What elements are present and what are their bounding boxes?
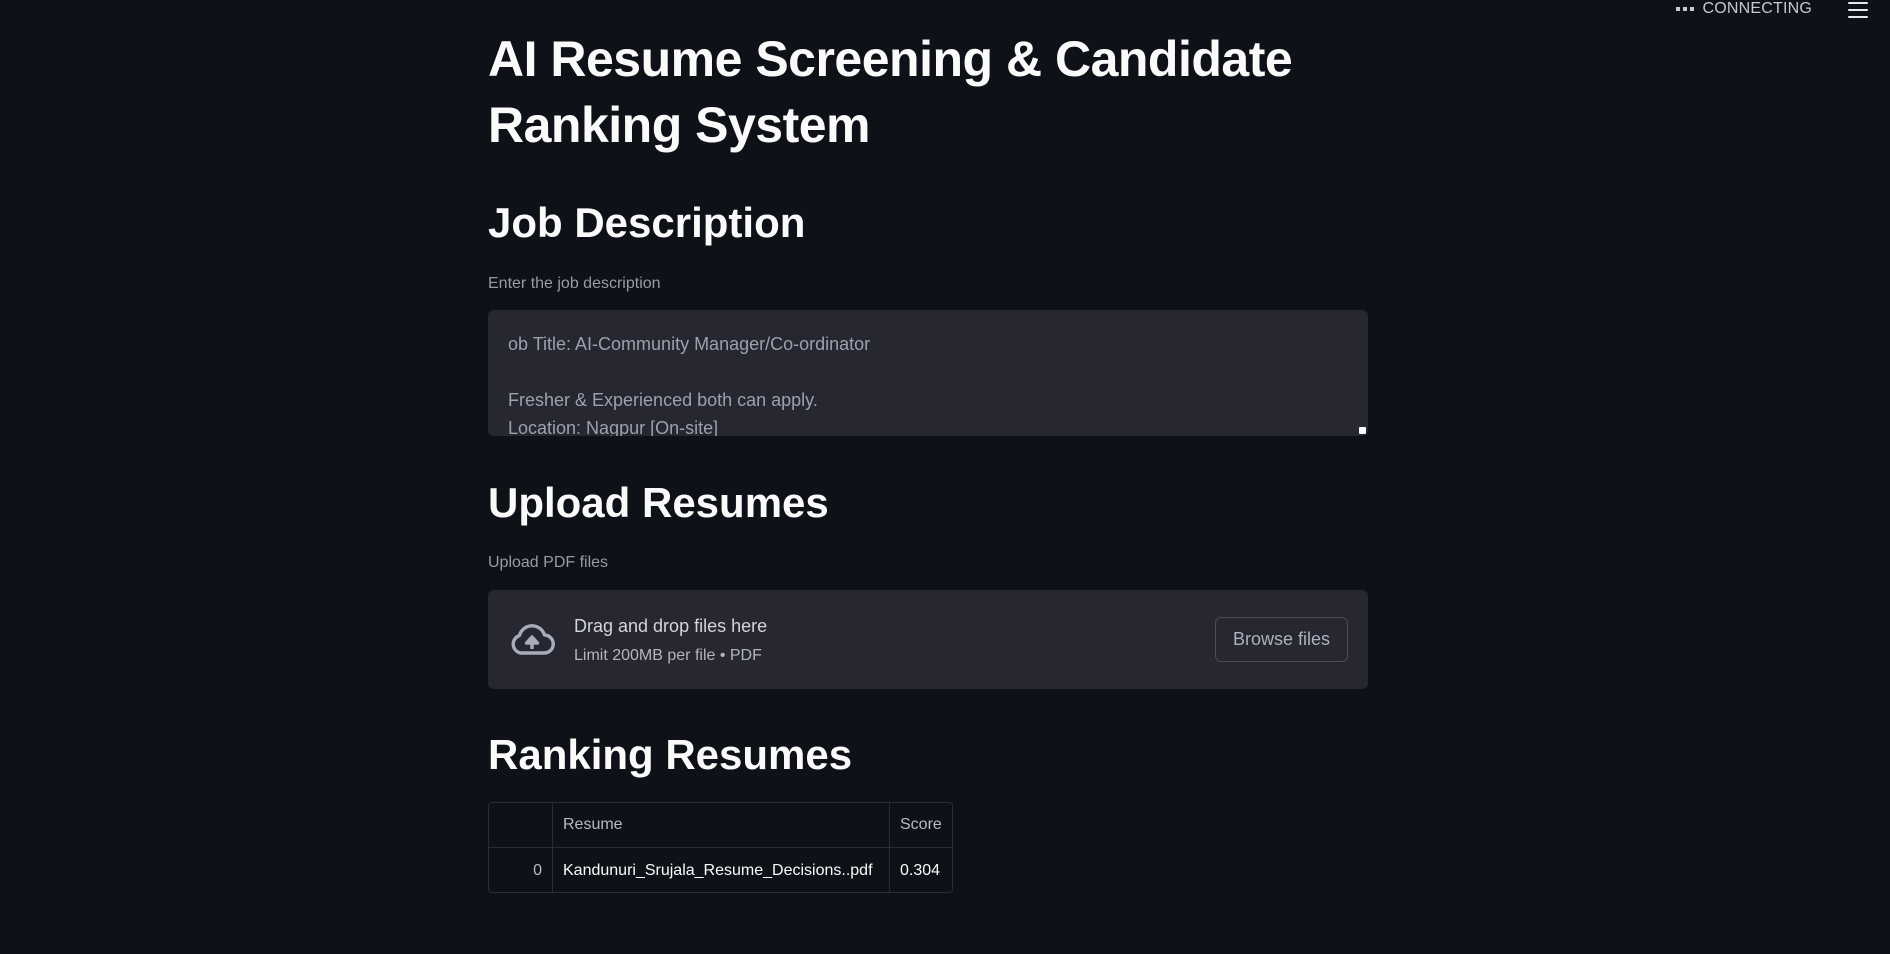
connection-status: CONNECTING xyxy=(1676,0,1812,18)
score-cell[interactable]: 0.304 xyxy=(890,848,952,893)
resume-column-header[interactable]: Resume xyxy=(553,803,890,847)
score-column-header[interactable]: Score xyxy=(890,803,952,847)
job-description-label: Enter the job description xyxy=(488,275,661,292)
file-limit-text: Limit 200MB per file • PDF xyxy=(574,647,762,664)
upload-pdf-label: Upload PDF files xyxy=(488,554,609,571)
file-dropzone[interactable]: Drag and drop files here Limit 200MB per… xyxy=(488,590,1368,689)
status-dots-icon xyxy=(1676,7,1695,11)
browse-files-button[interactable]: Browse files xyxy=(1215,617,1348,662)
job-description-heading: Job Description xyxy=(488,199,806,246)
index-column-header[interactable] xyxy=(489,803,553,847)
table-header-row: Resume Score xyxy=(489,803,952,848)
resume-name-cell[interactable]: Kandunuri_Srujala_Resume_Decisions..pdf xyxy=(553,848,890,893)
hamburger-menu-icon[interactable] xyxy=(1848,2,1868,18)
upload-resumes-heading: Upload Resumes xyxy=(488,479,829,526)
ranking-table[interactable]: Resume Score 0 Kandunuri_Srujala_Resume_… xyxy=(488,802,953,893)
ranking-resumes-heading: Ranking Resumes xyxy=(488,731,853,778)
table-row: 0 Kandunuri_Srujala_Resume_Decisions..pd… xyxy=(489,848,952,893)
resize-handle-icon[interactable] xyxy=(1359,427,1366,434)
job-description-textarea[interactable] xyxy=(488,310,1368,436)
cloud-upload-icon xyxy=(511,624,555,655)
connection-status-label: CONNECTING xyxy=(1702,0,1812,17)
page-title: AI Resume Screening & Candidate Ranking … xyxy=(488,31,1293,153)
job-description-container xyxy=(488,310,1368,436)
drop-instructions: Drag and drop files here xyxy=(574,616,768,636)
row-index-cell[interactable]: 0 xyxy=(489,848,553,893)
